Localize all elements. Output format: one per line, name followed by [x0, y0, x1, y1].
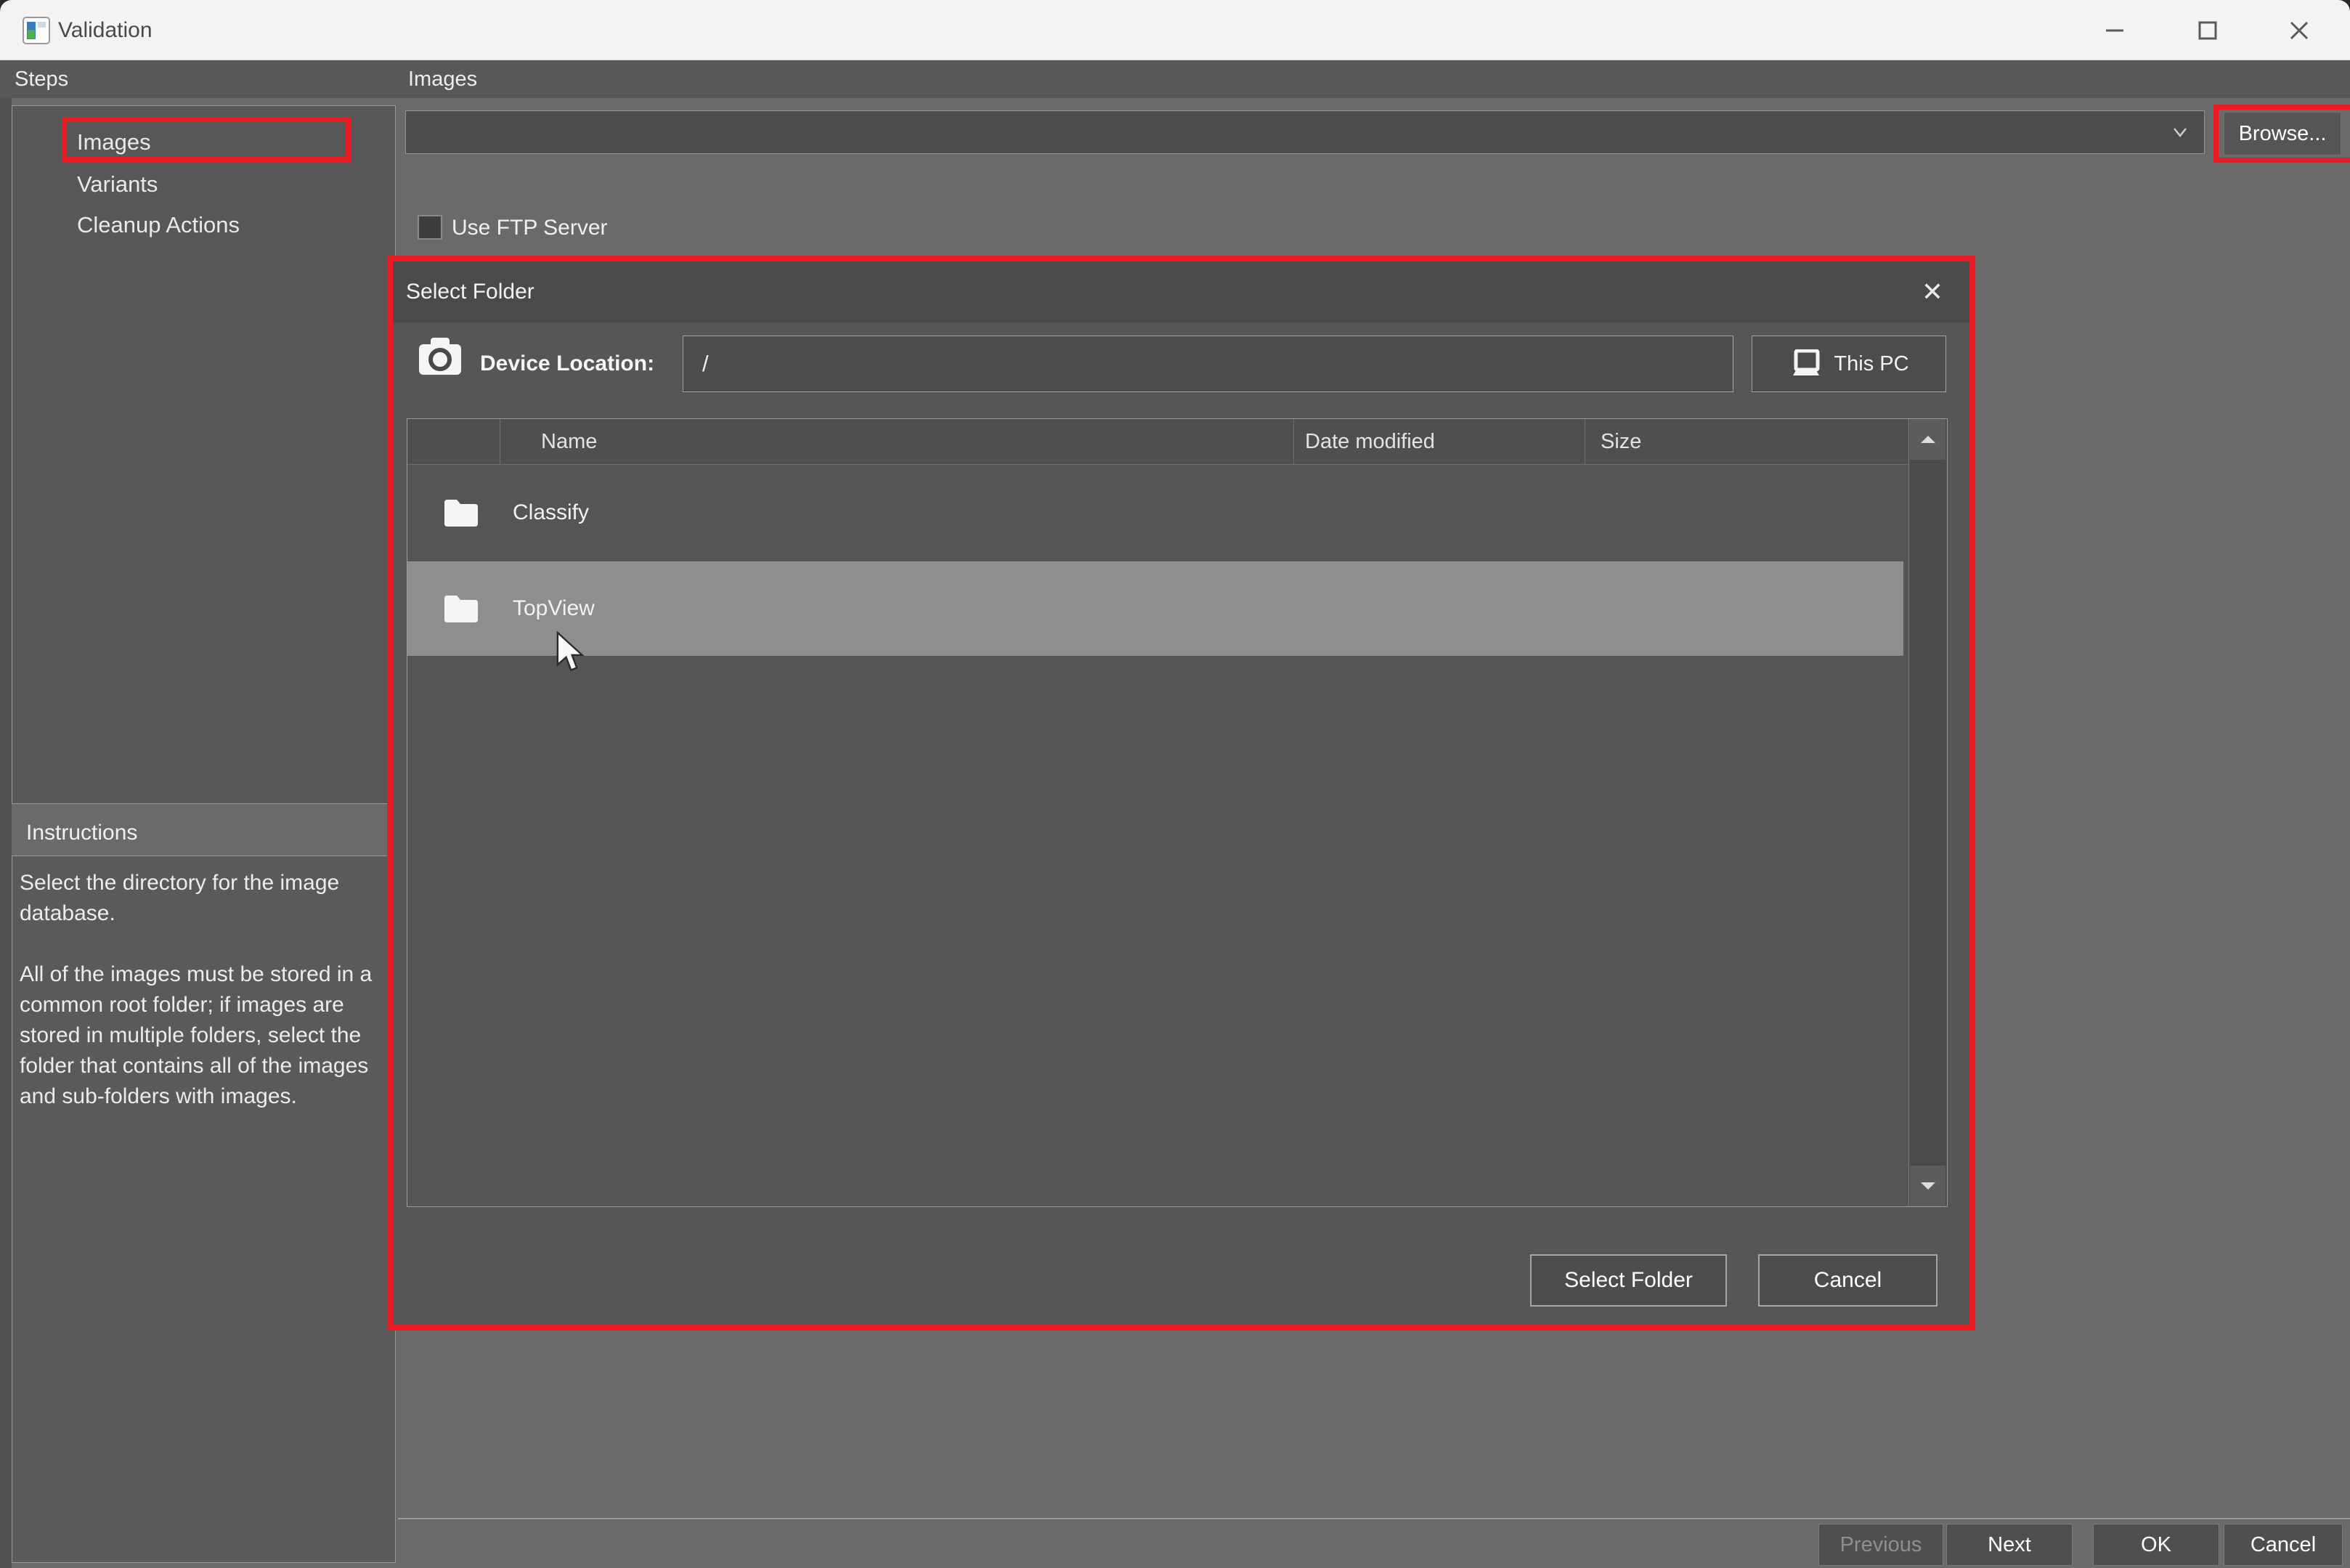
sidebar-item-variants[interactable]: Variants: [13, 166, 455, 203]
vertical-scrollbar[interactable]: [1908, 419, 1947, 1206]
chevron-down-icon: [2169, 121, 2191, 143]
table-row-classify[interactable]: Classify: [407, 466, 1903, 560]
mouse-cursor-icon: [553, 630, 585, 675]
folder-icon: [442, 593, 480, 625]
dialog-title: Select Folder: [406, 261, 534, 322]
instructions-paragraph-1: Select the directory for the image datab…: [20, 868, 391, 929]
column-size[interactable]: Size: [1585, 419, 1909, 464]
next-button[interactable]: Next: [1946, 1524, 2073, 1566]
column-icon: [407, 419, 500, 464]
close-icon: [2286, 17, 2312, 44]
scroll-up-button[interactable]: [1910, 419, 1946, 460]
close-button[interactable]: [2261, 0, 2337, 60]
column-date-modified[interactable]: Date modified: [1294, 419, 1585, 464]
instructions-paragraph-2: All of the images must be stored in a co…: [20, 959, 391, 1112]
folder-table: Name Date modified Size Classify TopView: [407, 418, 1948, 1207]
folder-name: TopView: [500, 596, 1294, 621]
table-row-topview[interactable]: TopView: [407, 561, 1903, 656]
window-title: Validation: [58, 0, 153, 60]
dialog-close-button[interactable]: ✕: [1907, 261, 1958, 322]
maximize-button[interactable]: [2170, 0, 2245, 60]
device-location-input[interactable]: [683, 336, 1733, 392]
folder-icon: [442, 497, 480, 529]
image-directory-combobox[interactable]: [405, 110, 2205, 154]
browse-button[interactable]: Browse...: [2224, 112, 2341, 155]
scroll-down-button[interactable]: [1910, 1166, 1946, 1206]
footer-cancel-button[interactable]: Cancel: [2224, 1524, 2343, 1566]
instructions-title: Instructions: [12, 809, 396, 853]
steps-header: Steps: [15, 60, 68, 98]
title-bar: Validation: [0, 0, 2350, 60]
window-left-edge: [0, 98, 12, 1568]
this-pc-button[interactable]: This PC: [1752, 336, 1946, 392]
column-name[interactable]: Name: [500, 419, 1294, 464]
device-location-label: Device Location:: [480, 336, 654, 392]
instructions-panel: Select the directory for the image datab…: [12, 856, 396, 1563]
ok-button[interactable]: OK: [2093, 1524, 2219, 1566]
dialog-title-bar: Select Folder ✕: [393, 261, 1969, 322]
select-folder-dialog: Select Folder ✕ Device Location: This PC…: [387, 256, 1975, 1331]
use-ftp-server-checkbox[interactable]: [418, 215, 442, 240]
scroll-up-icon: [1919, 434, 1938, 445]
section-header-bar: Steps Images: [0, 60, 2350, 98]
dialog-cancel-button[interactable]: Cancel: [1758, 1254, 1938, 1307]
footer-divider: [398, 1518, 2350, 1519]
use-ftp-server-label: Use FTP Server: [452, 215, 608, 241]
minimize-icon: [2102, 18, 2127, 43]
sidebar-item-images[interactable]: Images: [13, 123, 455, 161]
select-folder-button[interactable]: Select Folder: [1530, 1254, 1727, 1307]
sidebar-item-cleanup-actions[interactable]: Cleanup Actions: [13, 206, 455, 244]
maximize-icon: [2195, 18, 2220, 43]
images-header: Images: [408, 60, 477, 98]
this-pc-label: This PC: [1834, 352, 1908, 376]
folder-name: Classify: [500, 500, 1294, 525]
validation-window: Validation Steps Images Images Variants …: [0, 0, 2350, 1568]
app-icon: [22, 15, 51, 46]
minimize-button[interactable]: [2077, 0, 2152, 60]
camera-icon: [416, 334, 464, 379]
this-pc-icon: [1789, 349, 1824, 378]
scroll-down-icon: [1919, 1180, 1938, 1192]
previous-button[interactable]: Previous: [1818, 1524, 1943, 1566]
steps-panel: Images Variants Cleanup Actions: [12, 105, 396, 804]
folder-table-header: Name Date modified Size: [407, 419, 1909, 465]
